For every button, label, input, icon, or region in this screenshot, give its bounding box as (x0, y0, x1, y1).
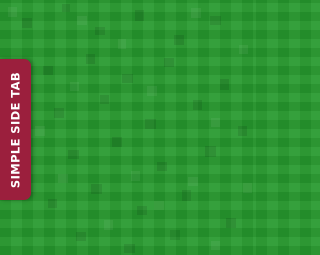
background-pixel-pattern (8, 4, 252, 253)
page-canvas: SIMPLE SIDE TAB (0, 0, 256, 255)
simple-side-tab-button[interactable]: SIMPLE SIDE TAB (0, 59, 31, 200)
side-tab-label: SIMPLE SIDE TAB (7, 71, 22, 188)
